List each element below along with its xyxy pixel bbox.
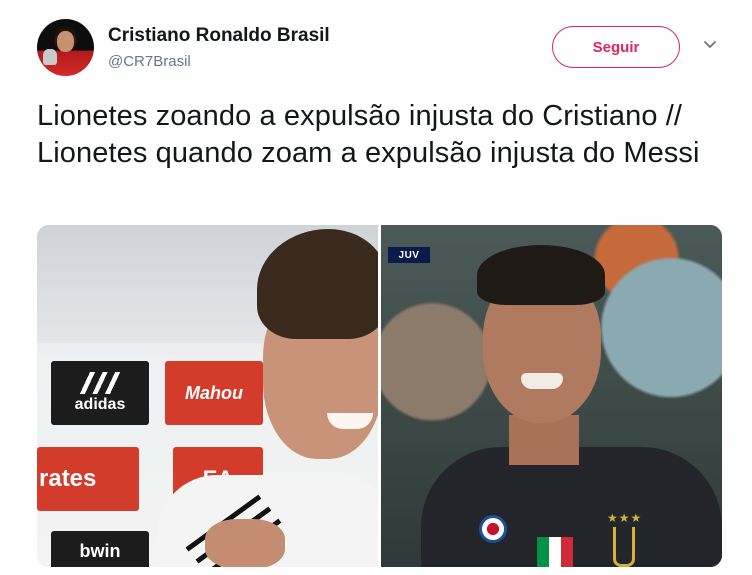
juventus-logo-icon <box>613 527 635 567</box>
tweet-header: Cristiano Ronaldo Brasil @CR7Brasil Segu… <box>0 0 752 90</box>
sponsor-label: bwin <box>79 540 121 561</box>
sponsor-rates: rates <box>37 447 139 511</box>
player-mouth <box>521 373 563 389</box>
adidas-logo-icon <box>80 372 120 394</box>
avatar-face <box>57 31 74 52</box>
chevron-down-icon[interactable] <box>703 40 717 50</box>
player-hair <box>477 245 605 305</box>
tweet-text: Lionetes zoando a expulsão injusta do Cr… <box>37 100 700 169</box>
media-image-right[interactable]: JUV ★★★ <box>381 225 722 567</box>
follow-button[interactable]: Seguir <box>552 26 680 68</box>
sponsor-mahou: Mahou <box>165 361 263 425</box>
avatar-trophy <box>43 49 57 65</box>
stars-icon: ★★★ <box>607 511 643 525</box>
author-handle[interactable]: @CR7Brasil <box>108 53 191 70</box>
tweet-media[interactable]: adidas Mahou rates EA bwin JUV <box>37 225 722 567</box>
roundel-icon <box>479 515 507 543</box>
avatar[interactable] <box>37 19 94 76</box>
sponsor-adidas: adidas <box>51 361 149 425</box>
author-name[interactable]: Cristiano Ronaldo Brasil <box>108 25 330 47</box>
sponsor-label: rates <box>39 465 97 492</box>
sponsor-bwin: bwin <box>51 531 149 567</box>
sponsor-label: Mahou <box>185 382 243 403</box>
italy-flag-icon <box>537 537 573 567</box>
sponsor-label: adidas <box>74 396 126 413</box>
scoreboard-badge: JUV <box>388 247 430 263</box>
person-hand <box>205 519 285 567</box>
media-image-left[interactable]: adidas Mahou rates EA bwin <box>37 225 378 567</box>
